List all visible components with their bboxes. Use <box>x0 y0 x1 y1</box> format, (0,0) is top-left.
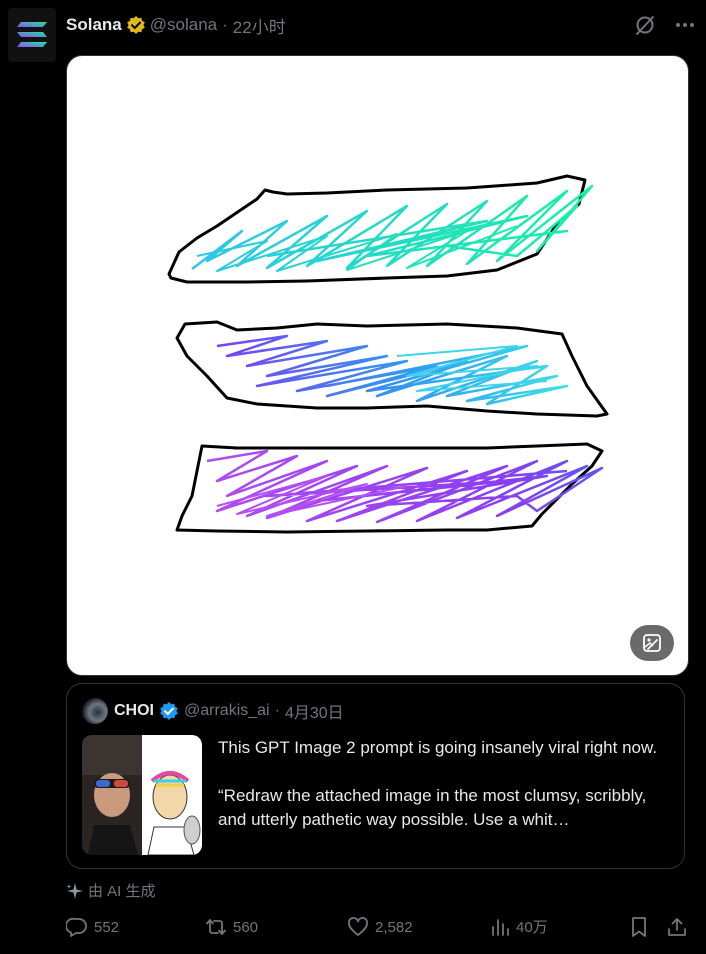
reply-button[interactable]: 552 <box>66 916 119 938</box>
quoted-post-thumbnail <box>82 735 202 855</box>
more-icon[interactable] <box>672 12 698 38</box>
scribble-solana-logo <box>167 174 609 534</box>
author-avatar[interactable] <box>8 8 56 62</box>
quoted-post-header: CHOI @arrakis_ai · 4月30日 <box>82 698 344 724</box>
bookmark-icon <box>632 917 646 937</box>
quoted-post-date: 4月30日 <box>284 705 344 722</box>
reply-count: 552 <box>94 918 120 936</box>
views-count: 40万 <box>516 919 548 936</box>
quoted-author-handle: @arrakis_ai <box>184 702 270 719</box>
views-button[interactable]: 40万 <box>490 916 548 937</box>
blue-verified-icon <box>159 701 179 721</box>
views-icon <box>492 918 509 936</box>
separator-dot: · <box>274 702 280 719</box>
post-image[interactable] <box>66 55 689 676</box>
quoted-text-paragraph: This GPT Image 2 prompt is going insanel… <box>218 738 658 757</box>
repost-count: 560 <box>233 918 259 936</box>
repost-icon <box>206 919 226 935</box>
sparkle-icon <box>66 882 83 899</box>
ai-generated-text: 由 AI 生成 <box>88 883 156 900</box>
author-handle[interactable]: @solana <box>150 15 217 35</box>
grok-icon[interactable] <box>634 14 656 36</box>
quoted-post[interactable]: CHOI @arrakis_ai · 4月30日 This GPT Image … <box>66 683 685 869</box>
repost-button[interactable]: 560 <box>205 916 258 938</box>
edit-image-icon <box>643 634 661 652</box>
edit-image-button[interactable] <box>630 625 674 661</box>
post-time[interactable]: 22小时 <box>233 13 286 38</box>
reply-icon <box>66 917 87 937</box>
action-bar: 552 560 2,582 40万 <box>66 912 690 942</box>
ai-generated-label[interactable]: 由 AI 生成 <box>66 880 156 901</box>
solana-logo-icon <box>17 22 47 47</box>
share-icon <box>668 918 686 936</box>
like-button[interactable]: 2,582 <box>347 916 413 938</box>
quoted-author-avatar <box>82 698 108 724</box>
separator-dot: · <box>222 15 228 34</box>
gold-verified-icon[interactable] <box>126 15 146 35</box>
bookmark-button[interactable] <box>629 916 655 938</box>
share-button[interactable] <box>666 916 694 938</box>
quoted-text-paragraph: “Redraw the attached image in the most c… <box>218 784 673 832</box>
post-header: Solana @solana · 22小时 <box>66 12 286 38</box>
like-icon <box>348 917 368 936</box>
like-count: 2,582 <box>375 918 413 936</box>
quoted-text-truncated: “Redraw the attached image in the most c… <box>218 786 647 829</box>
quoted-post-text: This GPT Image 2 prompt is going insanel… <box>218 736 673 832</box>
quoted-author-name: CHOI <box>114 702 154 719</box>
author-name[interactable]: Solana <box>66 15 122 35</box>
